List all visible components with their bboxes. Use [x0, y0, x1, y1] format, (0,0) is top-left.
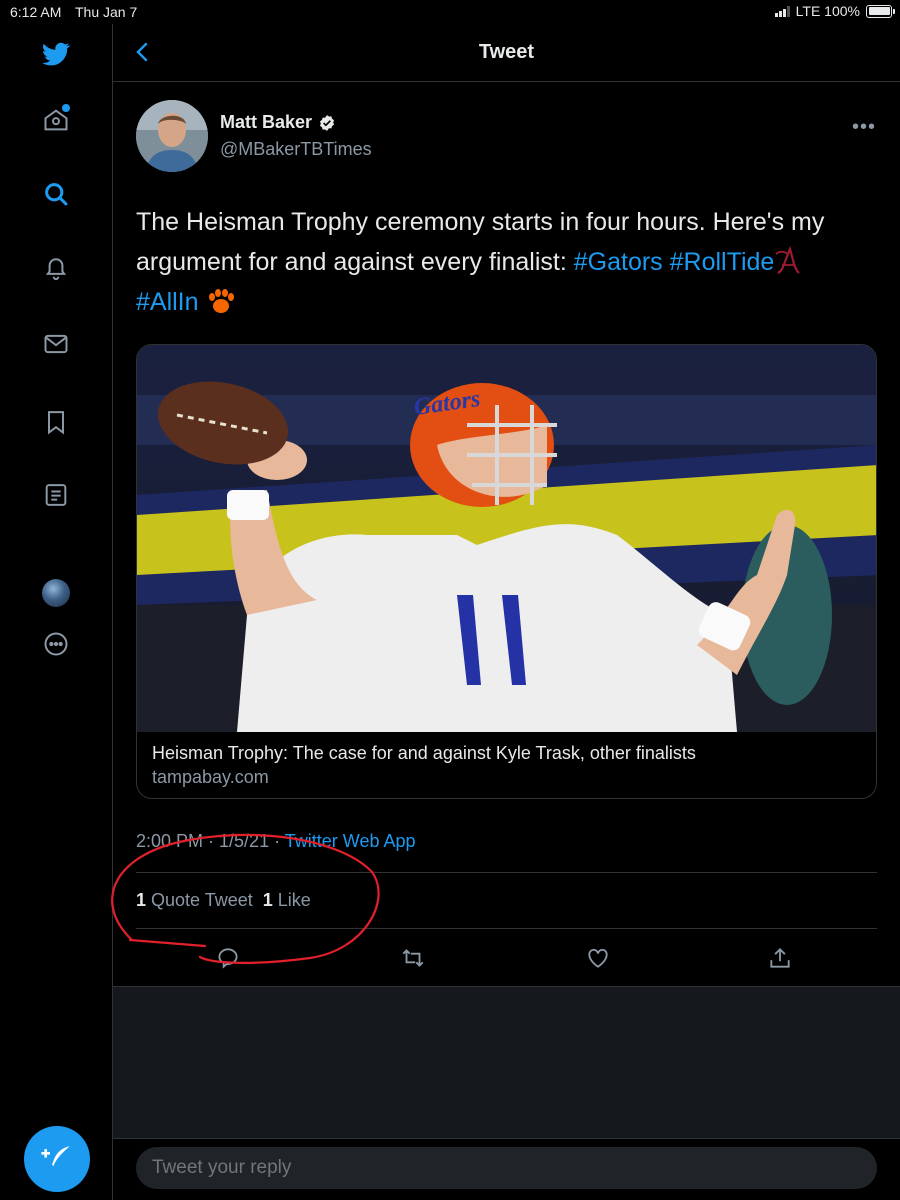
tiger-paw-emoji-icon [208, 289, 234, 313]
like-count: 1 [262, 890, 273, 910]
card-domain: tampabay.com [152, 767, 269, 787]
retweet-button[interactable] [397, 942, 429, 974]
card-title: Heisman Trophy: The case for and against… [152, 743, 696, 763]
card-image-football-player: Gators [137, 345, 876, 732]
bell-icon[interactable] [40, 252, 72, 284]
page-title: Tweet [478, 41, 535, 63]
author-name-row: Matt Baker [220, 112, 336, 133]
hashtag-allin[interactable]: #AllIn [136, 288, 199, 316]
like-stat[interactable]: 1 Like [263, 890, 311, 911]
share-button[interactable] [764, 942, 796, 974]
tweet-timestamp[interactable]: 2:00 PM · 1/5/21 · [136, 831, 280, 851]
reply-input[interactable] [136, 1147, 877, 1189]
tweet-metadata: 2:00 PM · 1/5/21 · Twitter Web App [136, 831, 416, 852]
sidebar [0, 24, 113, 1200]
reply-area-background [113, 986, 900, 1138]
quote-label: Quote Tweet [151, 890, 253, 910]
reply-bar [113, 1138, 900, 1200]
share-icon [770, 948, 790, 968]
tweet-text: The Heisman Trophy ceremony starts in fo… [136, 202, 876, 322]
profile-avatar[interactable] [42, 579, 70, 607]
reply-icon [218, 948, 238, 969]
tweet-stats: 1 Quote Tweet 1 Like [136, 890, 311, 911]
heart-icon [588, 948, 608, 968]
quote-tweet-stat[interactable]: 1 Quote Tweet [136, 890, 253, 911]
author-name[interactable]: Matt Baker [220, 112, 312, 133]
compose-tweet-button[interactable] [24, 1126, 90, 1192]
network-status: LTE 100% [795, 3, 860, 19]
status-bar: 6:12 AM Thu Jan 7 LTE 100% [0, 0, 900, 24]
alabama-a-emoji-icon [775, 246, 801, 274]
verified-badge-icon [320, 114, 335, 131]
battery-icon [866, 4, 895, 18]
status-time: 6:12 AM [10, 4, 62, 20]
source-app-link[interactable]: Twitter Web App [285, 831, 416, 851]
compose-tweet-icon [41, 1146, 70, 1167]
tweet-actions [136, 942, 877, 982]
mail-icon[interactable] [40, 328, 72, 360]
search-icon[interactable] [40, 178, 72, 210]
list-icon[interactable] [40, 479, 72, 511]
divider [136, 928, 877, 929]
reply-button[interactable] [212, 942, 244, 974]
tweet-detail: Tweet Matt Baker @MBakerTBTimes ••• The … [113, 24, 900, 1200]
link-card[interactable]: Gators Heisman Trophy: The case for and … [136, 344, 877, 799]
status-date: Thu Jan 7 [75, 4, 138, 20]
like-button[interactable] [582, 942, 614, 974]
more-options-icon[interactable]: ••• [852, 116, 876, 139]
quote-count: 1 [136, 890, 147, 910]
signal-icon [774, 5, 790, 17]
author-avatar[interactable] [136, 100, 208, 172]
like-label: Like [277, 890, 311, 910]
header: Tweet [113, 24, 900, 82]
author-handle[interactable]: @MBakerTBTimes [220, 139, 372, 160]
twitter-bird-icon[interactable] [40, 38, 72, 70]
home-icon[interactable] [40, 104, 72, 136]
hashtag-rolltide[interactable]: #RollTide [670, 248, 775, 276]
divider [136, 872, 877, 873]
more-icon[interactable] [40, 628, 72, 660]
hashtag-gators[interactable]: #Gators [574, 248, 663, 276]
notification-dot [62, 104, 70, 112]
bookmark-icon[interactable] [40, 406, 72, 438]
retweet-icon [402, 949, 424, 967]
